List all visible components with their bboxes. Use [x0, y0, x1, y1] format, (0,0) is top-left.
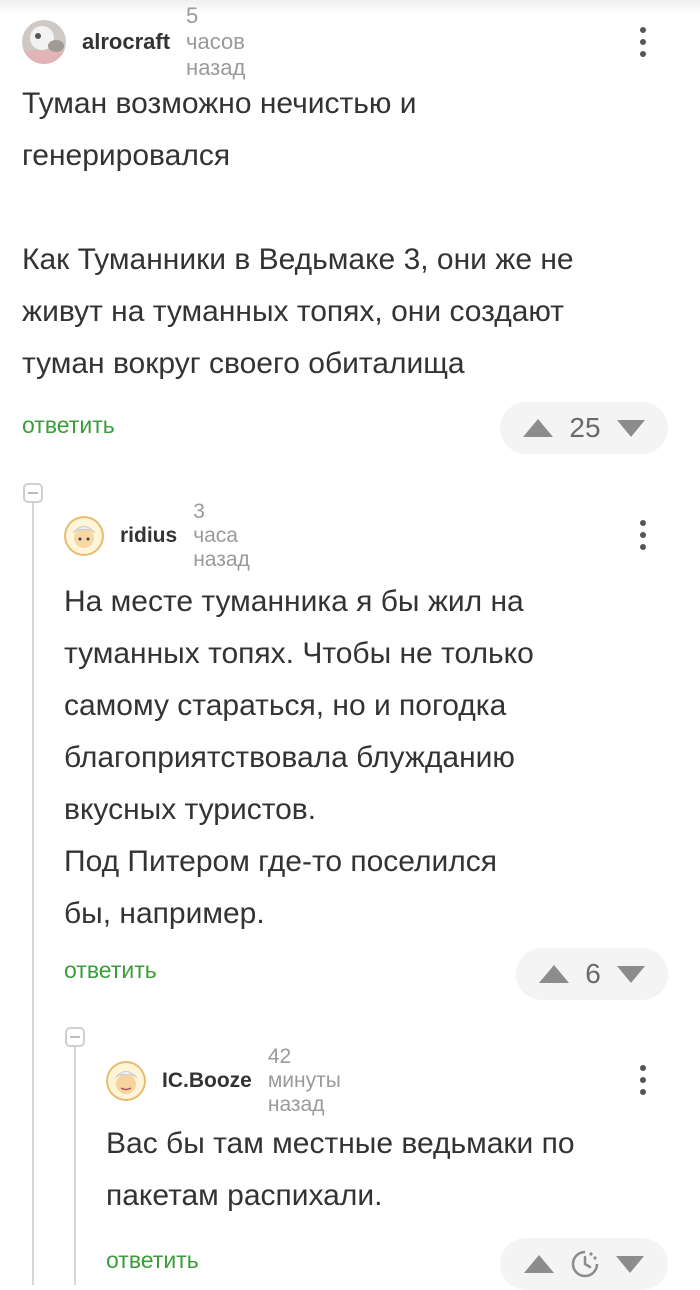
- comment-header: ridius 3 часа назад: [64, 500, 250, 571]
- vote-down-icon[interactable]: [616, 419, 645, 437]
- top-shadow: [0, 0, 700, 14]
- comment-time[interactable]: 5 часов назад: [186, 3, 245, 81]
- comment-text: Туман возможно нечистью и генерировался …: [22, 87, 574, 380]
- rating-count: 25: [569, 412, 601, 443]
- thread-line-level-1[interactable]: [32, 502, 34, 1285]
- vote-up-icon[interactable]: [524, 1255, 554, 1273]
- vote-up-icon[interactable]: [523, 419, 554, 437]
- avatar[interactable]: [22, 20, 66, 64]
- reply-button[interactable]: ответить: [64, 957, 157, 984]
- rating-widget: 25: [500, 402, 668, 454]
- more-options-icon[interactable]: [631, 27, 655, 57]
- vote-up-icon[interactable]: [539, 965, 570, 983]
- reply-button[interactable]: ответить: [22, 412, 115, 439]
- author-name[interactable]: alrocraft: [82, 29, 170, 55]
- vote-down-icon[interactable]: [616, 965, 645, 983]
- avatar[interactable]: [64, 516, 104, 556]
- collapse-thread-button[interactable]: [65, 1027, 85, 1047]
- more-options-icon[interactable]: [631, 1065, 655, 1095]
- thread-line-level-2[interactable]: [74, 1046, 76, 1285]
- comment-time[interactable]: 42 минуты назад: [268, 1045, 341, 1117]
- clock-pending-icon: [570, 1249, 600, 1279]
- comment-time[interactable]: 3 часа назад: [193, 500, 250, 572]
- comment-text: Вас бы там местные ведьмаки по пакетам р…: [106, 1127, 575, 1212]
- vote-down-icon[interactable]: [616, 1255, 644, 1273]
- comment-header: IC.Booze 42 минуты назад: [106, 1045, 341, 1116]
- author-name[interactable]: ridius: [120, 524, 177, 548]
- rating-count: 6: [585, 958, 601, 989]
- author-name[interactable]: IC.Booze: [162, 1069, 252, 1093]
- comment-header: alrocraft 5 часов назад: [22, 3, 245, 80]
- rating-widget: [500, 1238, 668, 1290]
- comment-text: На месте туманника я бы жил на туманных …: [64, 585, 534, 930]
- avatar[interactable]: [106, 1061, 146, 1101]
- more-options-icon[interactable]: [631, 520, 655, 550]
- collapse-thread-button[interactable]: [23, 483, 43, 503]
- rating-widget: 6: [516, 948, 668, 1000]
- reply-button[interactable]: ответить: [106, 1247, 199, 1274]
